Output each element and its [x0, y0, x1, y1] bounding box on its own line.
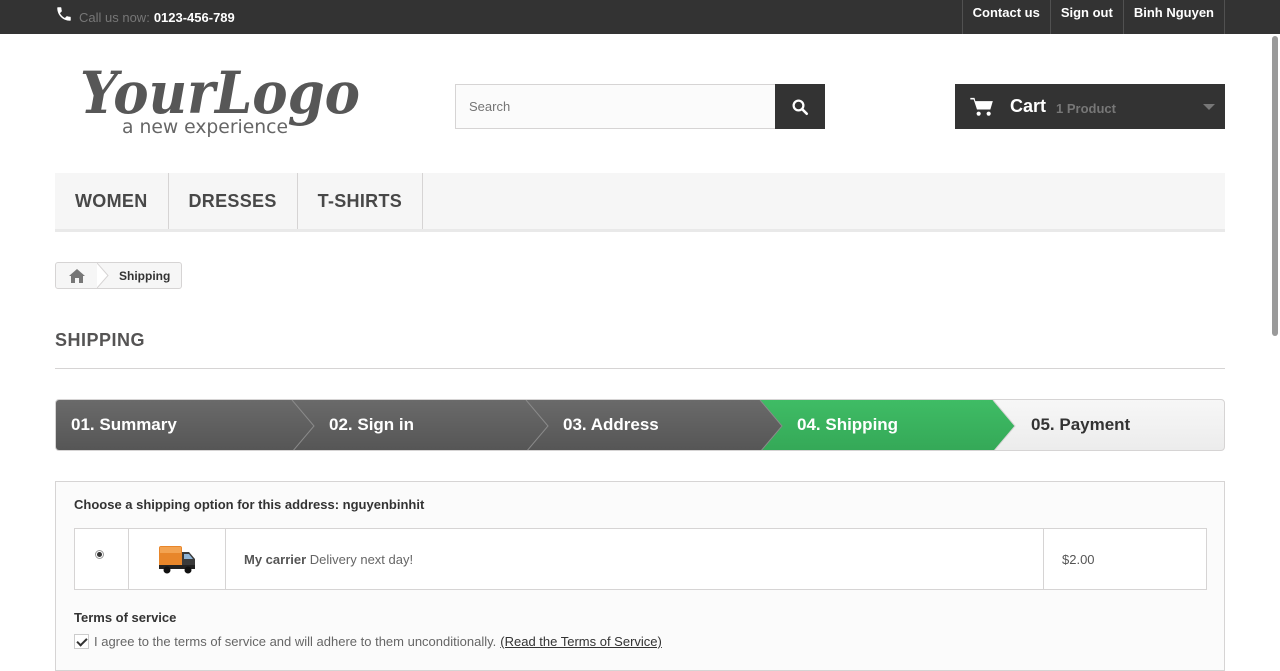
menu-item-dresses[interactable]: DRESSES — [169, 173, 298, 229]
step-shipping: 04. Shipping — [797, 415, 899, 434]
logo-image: YourLogo a new experience — [80, 59, 360, 138]
terms-checkbox[interactable] — [74, 634, 89, 649]
search-icon — [792, 99, 809, 115]
step-address[interactable]: 03. Address — [563, 400, 659, 450]
call-us: Call us now: 0123-456-789 — [55, 0, 235, 34]
chevron-down-icon — [1203, 104, 1215, 110]
site-logo[interactable]: YourLogo a new experience — [80, 58, 370, 142]
phone-icon — [57, 7, 71, 21]
search-input[interactable] — [455, 84, 775, 129]
checkout-steps: 01. Summary 02. Sign in 03. Address 04. … — [55, 399, 1225, 451]
main-menu: WOMEN DRESSES T-SHIRTS — [55, 173, 1225, 232]
menu-item-women[interactable]: WOMEN — [55, 173, 169, 229]
cart-icon — [970, 97, 993, 116]
home-icon — [68, 268, 85, 283]
carrier-radio[interactable] — [95, 549, 104, 559]
phone-number: 0123-456-789 — [153, 9, 235, 25]
terms-link[interactable]: (Read the Terms of Service) — [500, 634, 662, 649]
carrier-logo-cell — [129, 529, 226, 589]
carrier-price-cell: $2.00 — [1044, 529, 1206, 589]
svg-text:a new experience: a new experience — [122, 116, 288, 138]
carrier-delay: Delivery next day! — [309, 551, 414, 567]
carrier-info-cell: My carrier Delivery next day! — [226, 529, 1044, 589]
breadcrumb: Shipping — [55, 262, 183, 289]
menu-item-tshirts[interactable]: T-SHIRTS — [298, 173, 424, 229]
carrier-name: My carrier — [244, 551, 307, 567]
step-payment: 05. Payment — [1031, 415, 1131, 434]
account-link[interactable]: Binh Nguyen — [1122, 0, 1225, 34]
step-summary[interactable]: 01. Summary — [71, 400, 177, 450]
carrier-radio-cell[interactable] — [75, 529, 129, 589]
top-bar: Call us now: 0123-456-789 Contact us Sig… — [0, 0, 1280, 34]
shipping-address-label: Choose a shipping option for this addres… — [74, 497, 425, 512]
sign-out-link[interactable]: Sign out — [1049, 0, 1123, 34]
shipping-options: Choose a shipping option for this addres… — [55, 481, 1225, 671]
call-label: Call us now: — [79, 9, 150, 25]
header-links: Contact us Sign out Binh Nguyen — [961, 0, 1225, 34]
step-sign-in[interactable]: 02. Sign in — [329, 400, 414, 450]
truck-icon — [159, 546, 195, 574]
cart-button[interactable]: Cart 1 Product — [955, 84, 1225, 129]
breadcrumb-current: Shipping — [119, 268, 171, 283]
terms-title: Terms of service — [74, 610, 177, 625]
terms-row: I agree to the terms of service and will… — [74, 634, 662, 649]
cart-title: Cart — [1010, 96, 1047, 116]
cart-count: 1 Product — [1056, 100, 1116, 116]
carrier-price: $2.00 — [1062, 551, 1095, 567]
carrier-option[interactable]: My carrier Delivery next day! $2.00 — [74, 528, 1207, 590]
terms-text: I agree to the terms of service and will… — [94, 634, 497, 649]
search-button[interactable] — [775, 84, 825, 129]
breadcrumb-separator — [97, 263, 109, 288]
page-title: SHIPPING — [55, 330, 1225, 369]
page-scrollbar[interactable] — [1272, 36, 1278, 336]
search-form — [455, 84, 825, 129]
breadcrumb-home[interactable] — [56, 263, 97, 288]
contact-us-link[interactable]: Contact us — [961, 0, 1050, 34]
